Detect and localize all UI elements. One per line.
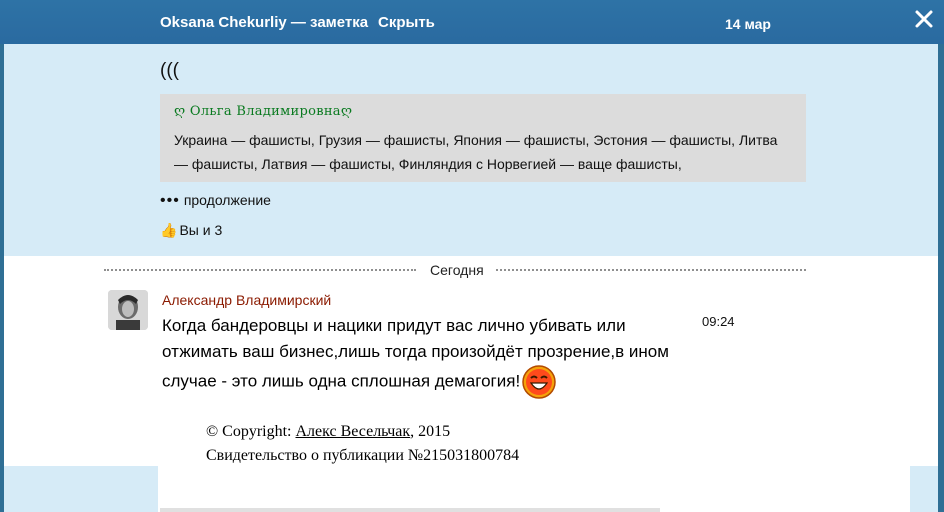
quote-block: ღ Ольга Владимировнаღ Украина — фашисты,… — [160, 94, 806, 182]
message-text-content: Когда бандеровцы и нацики придут вас лич… — [162, 316, 669, 391]
divider-line-left — [104, 269, 416, 271]
note-body: ((( ღ Ольга Владимировнаღ Украина — фаши… — [4, 44, 938, 256]
more-label: продолжение — [183, 192, 271, 208]
date-divider: Сегодня — [104, 262, 806, 278]
message-text: Когда бандеровцы и нацики придут вас лич… — [162, 313, 682, 399]
hide-link[interactable]: Скрыть — [378, 14, 435, 31]
quote-author[interactable]: ღ Ольга Владимировнаღ — [174, 104, 352, 119]
quote-text: Украина — фашисты, Грузия — фашисты, Япо… — [174, 132, 778, 172]
thumbs-up-icon: 👍 — [160, 222, 178, 238]
laughing-emoji-icon — [522, 365, 556, 399]
background-strip-left — [4, 466, 158, 512]
copyright-year: , 2015 — [410, 423, 451, 440]
avatar[interactable] — [108, 290, 148, 330]
window-frame-right — [938, 0, 944, 512]
likes-label: Вы и 3 — [179, 222, 223, 238]
message-time: 09:24 — [702, 314, 735, 329]
close-icon[interactable] — [914, 9, 934, 29]
copyright-prefix: © Copyright: — [206, 423, 296, 440]
divider-label: Сегодня — [430, 262, 484, 278]
avatar-image — [108, 290, 148, 330]
divider-line-right — [496, 269, 806, 271]
copyright-block: © Copyright: Алекс Весельчак, 2015 Свиде… — [206, 420, 519, 468]
publication-certificate: Свидетельство о публикации №215031800784 — [206, 447, 520, 464]
note-header-bar: Oksana Chekurliy — заметка Скрыть 14 мар — [0, 0, 944, 44]
more-dots-icon: ••• — [160, 192, 180, 209]
background-strip-right — [910, 466, 938, 512]
copyright-author-link[interactable]: Алекс Весельчак — [296, 423, 411, 440]
note-text: ((( — [160, 60, 179, 81]
message-author[interactable]: Александр Владимирский — [162, 292, 331, 308]
copyright-line: © Copyright: Алекс Весельчак, 2015 — [206, 420, 519, 444]
note-date: 14 мар — [725, 16, 771, 32]
like-button[interactable]: 👍 Вы и 3 — [160, 222, 222, 239]
footer-divider — [160, 508, 660, 512]
note-author-title[interactable]: Oksana Chekurliy — заметка — [160, 14, 368, 31]
more-link[interactable]: ••• продолжение — [160, 192, 271, 210]
